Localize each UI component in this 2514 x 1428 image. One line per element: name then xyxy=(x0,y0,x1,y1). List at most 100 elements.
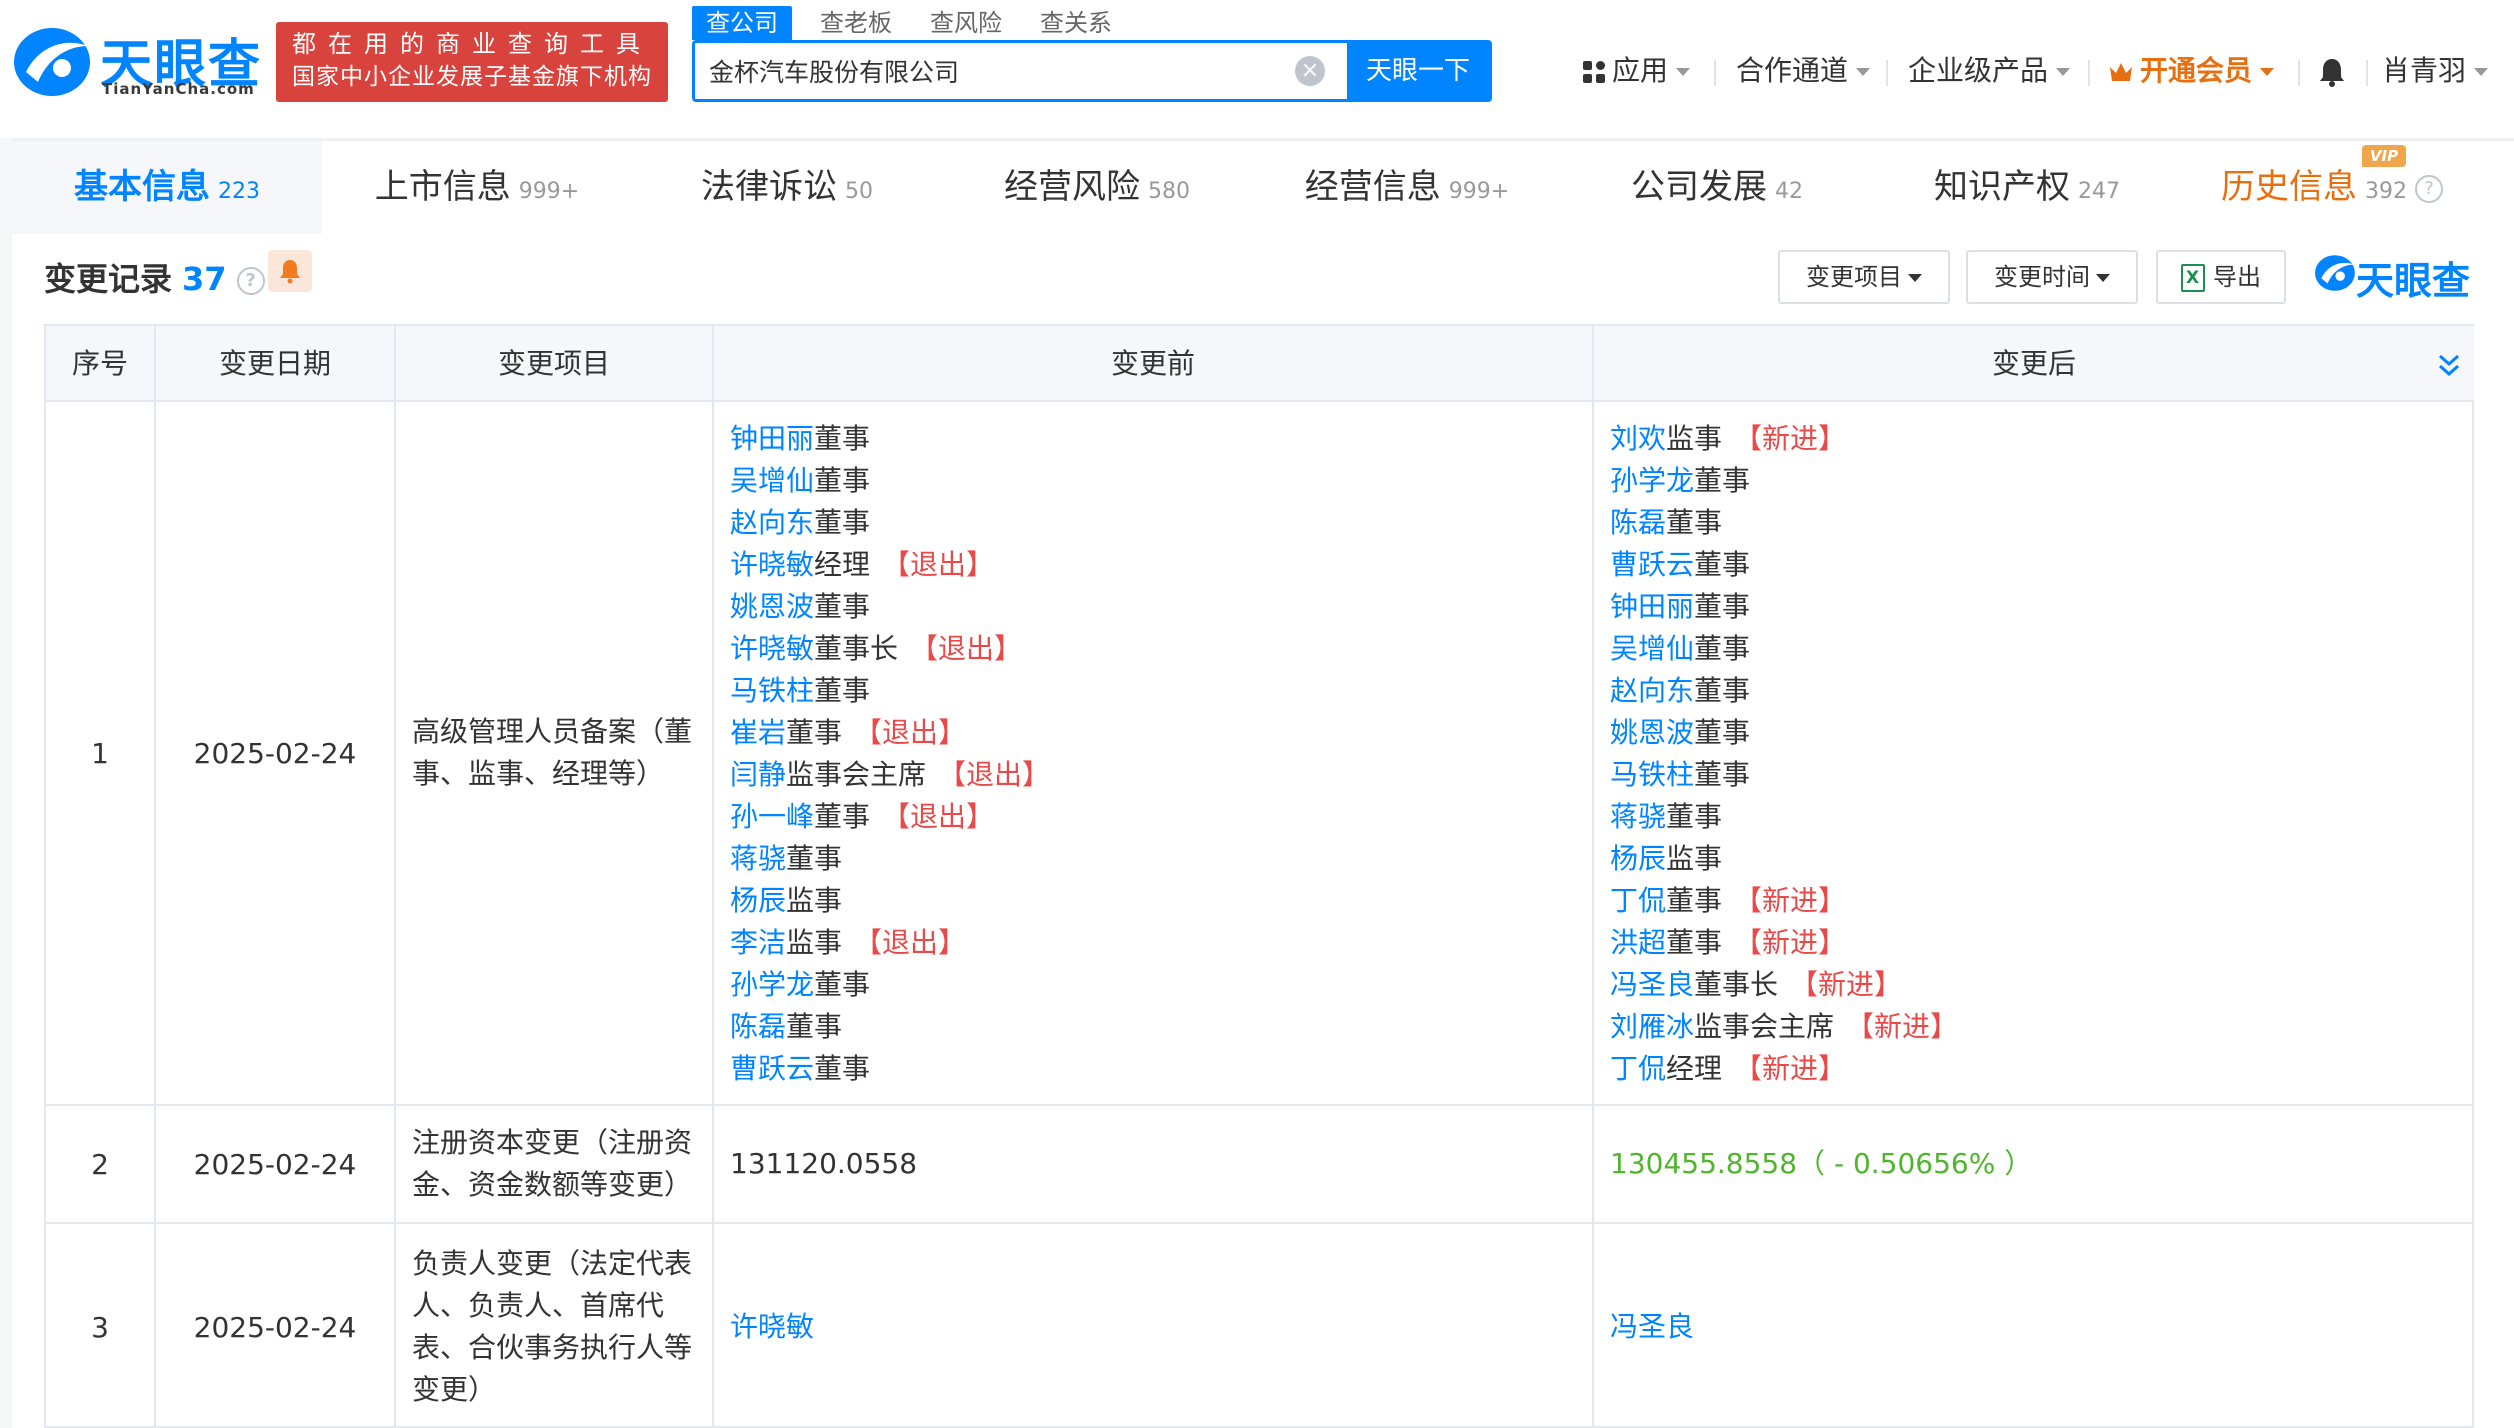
person-link[interactable]: 曹跃云 xyxy=(1610,548,1694,581)
person-role: 董事 xyxy=(1666,800,1723,833)
person-link[interactable]: 姚恩波 xyxy=(730,590,814,623)
search-tab-boss[interactable]: 查老板 xyxy=(816,6,896,40)
person-role: 监事会主席 xyxy=(1694,1010,1835,1043)
person-entry: 马铁柱董事 xyxy=(1610,754,1958,796)
notification-bell[interactable] xyxy=(2318,50,2346,92)
filter-change-time[interactable]: 变更时间 xyxy=(1966,250,2138,304)
help-icon[interactable]: ? xyxy=(236,267,265,295)
person-link[interactable]: 许晓敏 xyxy=(714,1306,814,1348)
nav-partner[interactable]: 合作通道 xyxy=(1736,50,1871,92)
nav-enterprise[interactable]: 企业级产品 xyxy=(1908,50,2071,92)
person-link[interactable]: 崔岩 xyxy=(730,716,786,749)
person-role: 董事 xyxy=(1666,926,1723,959)
filter-change-item[interactable]: 变更项目 xyxy=(1778,250,1950,304)
person-link[interactable]: 许晓敏 xyxy=(730,548,814,581)
person-entry: 马铁柱董事 xyxy=(730,670,1050,712)
nav-enterprise-label: 企业级产品 xyxy=(1908,54,2049,87)
person-link[interactable]: 赵向东 xyxy=(1610,674,1694,707)
person-role: 监事 xyxy=(1666,422,1723,455)
person-role: 监事 xyxy=(786,884,843,917)
person-link[interactable]: 李洁 xyxy=(730,926,786,959)
person-link[interactable]: 姚恩波 xyxy=(1610,716,1694,749)
person-link[interactable]: 曹跃云 xyxy=(730,1052,814,1085)
search-tab-relation[interactable]: 查关系 xyxy=(1036,6,1116,40)
row-index: 3 xyxy=(46,1224,156,1428)
person-entry: 闫静监事会主席 【退出】 xyxy=(730,754,1050,796)
logo-domain: TianYanCha.com xyxy=(102,80,255,98)
person-link[interactable]: 杨辰 xyxy=(730,884,786,917)
search-tab-risk[interactable]: 查风险 xyxy=(926,6,1006,40)
person-link[interactable]: 陈磊 xyxy=(730,1010,786,1043)
tab-label: 上市信息 xyxy=(374,167,511,207)
person-entry: 许晓敏董事长 【退出】 xyxy=(730,628,1050,670)
logo-mark-icon xyxy=(2315,255,2355,291)
person-link[interactable]: 孙学龙 xyxy=(730,968,814,1001)
collapse-icon[interactable] xyxy=(2438,352,2460,378)
person-link[interactable]: 丁侃 xyxy=(1610,1052,1666,1085)
new-tag: 【新进】 xyxy=(1734,1052,1847,1085)
person-link[interactable]: 赵向东 xyxy=(730,506,814,539)
person-link[interactable]: 吴增仙 xyxy=(730,464,814,497)
person-link[interactable]: 杨辰 xyxy=(1610,842,1666,875)
tab-operating-risk[interactable]: 经营风险 580 xyxy=(942,141,1252,234)
person-role: 经理 xyxy=(814,548,871,581)
person-link[interactable]: 蒋骁 xyxy=(730,842,786,875)
person-link[interactable]: 钟田丽 xyxy=(730,422,814,455)
tab-operating-info[interactable]: 经营信息 999+ xyxy=(1252,141,1562,234)
user-menu[interactable]: 肖青羽 xyxy=(2382,50,2489,92)
nav-apps[interactable]: 应用 xyxy=(1582,50,1691,92)
person-link[interactable]: 冯圣良 xyxy=(1594,1306,1694,1348)
person-link[interactable]: 刘雁冰 xyxy=(1610,1010,1694,1043)
nav-vip[interactable]: 开通会员 xyxy=(2108,50,2275,92)
person-link[interactable]: 蒋骁 xyxy=(1610,800,1666,833)
tab-count: 50 xyxy=(845,179,873,204)
site-logo[interactable]: 天眼查 TianYanCha.com xyxy=(12,20,270,104)
nav-apps-label: 应用 xyxy=(1612,54,1669,87)
person-link[interactable]: 刘欢 xyxy=(1610,422,1666,455)
search-tab-company[interactable]: 查公司 xyxy=(692,6,792,40)
export-button[interactable]: 导出 xyxy=(2156,250,2286,304)
person-entry: 钟田丽董事 xyxy=(1610,586,1958,628)
tab-development[interactable]: 公司发展 42 xyxy=(1562,141,1872,234)
person-link[interactable]: 闫静 xyxy=(730,758,786,791)
section-title: 变更记录 37? xyxy=(44,254,265,304)
tab-litigation[interactable]: 法律诉讼 50 xyxy=(632,141,942,234)
col-header-index: 序号 xyxy=(46,326,156,400)
person-role: 经理 xyxy=(1666,1052,1723,1085)
help-icon[interactable]: ? xyxy=(2415,174,2443,203)
search-button[interactable]: 天眼一下 xyxy=(1347,43,1489,99)
excel-icon xyxy=(2181,264,2205,292)
table-row: 1 2025-02-24 高级管理人员备案（董事、监事、经理等） 钟田丽董事 吴增… xyxy=(46,402,2474,1106)
person-entry: 孙学龙董事 xyxy=(1610,460,1958,502)
person-link[interactable]: 吴增仙 xyxy=(1610,632,1694,665)
section-count: 37 xyxy=(182,260,227,298)
person-link[interactable]: 许晓敏 xyxy=(730,632,814,665)
person-role: 董事 xyxy=(814,506,871,539)
person-link[interactable]: 孙一峰 xyxy=(730,800,814,833)
person-link[interactable]: 孙学龙 xyxy=(1610,464,1694,497)
person-link[interactable]: 丁侃 xyxy=(1610,884,1666,917)
person-role: 董事长 xyxy=(814,632,899,665)
person-link[interactable]: 陈磊 xyxy=(1610,506,1666,539)
nav-partner-label: 合作通道 xyxy=(1736,54,1849,87)
search-input[interactable] xyxy=(709,43,1299,99)
person-entry: 孙一峰董事 【退出】 xyxy=(730,796,1050,838)
tab-basic-info[interactable]: 基本信息 223 xyxy=(12,141,322,234)
clear-icon[interactable]: × xyxy=(1295,56,1325,86)
tab-listing-info[interactable]: 上市信息 999+ xyxy=(322,141,632,234)
person-link[interactable]: 洪超 xyxy=(1610,926,1666,959)
slogan-line-2: 国家中小企业发展子基金旗下机构 xyxy=(292,64,652,90)
col-header-after: 变更后 xyxy=(1594,326,2474,400)
new-tag: 【新进】 xyxy=(1734,422,1847,455)
person-link[interactable]: 马铁柱 xyxy=(1610,758,1694,791)
person-entry: 丁侃董事 【新进】 xyxy=(1610,880,1958,922)
tab-ip[interactable]: 知识产权 247 xyxy=(1872,141,2182,234)
person-link[interactable]: 冯圣良 xyxy=(1610,968,1694,1001)
person-role: 董事 xyxy=(1694,464,1751,497)
person-link[interactable]: 马铁柱 xyxy=(730,674,814,707)
user-name: 肖青羽 xyxy=(2382,54,2467,87)
person-link[interactable]: 钟田丽 xyxy=(1610,590,1694,623)
monitor-button[interactable] xyxy=(268,250,312,292)
export-label: 导出 xyxy=(2213,263,2261,291)
tab-history[interactable]: 历史信息 392? xyxy=(2182,141,2482,234)
